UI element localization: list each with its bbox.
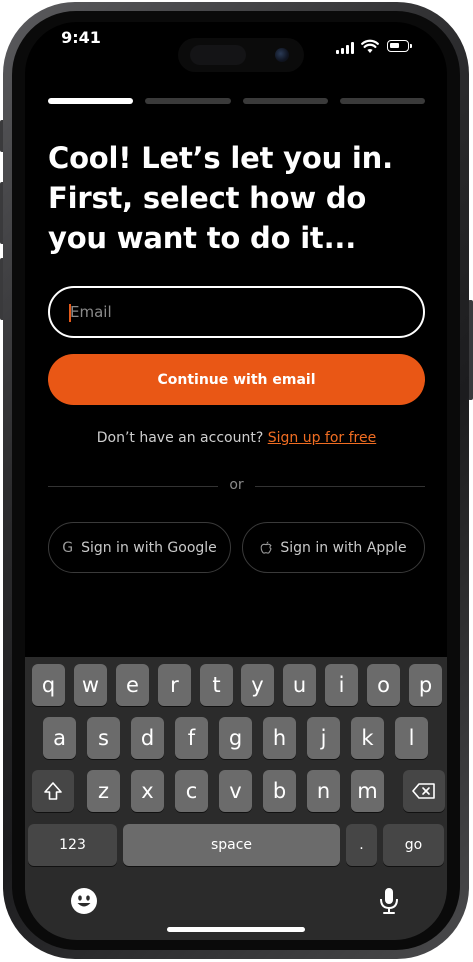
key-m[interactable]: m <box>351 770 384 812</box>
key-x[interactable]: x <box>131 770 164 812</box>
apple-icon <box>261 541 273 554</box>
microphone-icon[interactable] <box>378 886 400 916</box>
signup-prompt: Don’t have an account? Sign up for free <box>48 430 425 446</box>
numbers-key[interactable]: 123 <box>28 824 117 866</box>
key-k[interactable]: k <box>351 717 384 759</box>
key-f[interactable]: f <box>175 717 208 759</box>
space-key[interactable]: space <box>123 824 340 866</box>
key-u[interactable]: u <box>283 664 316 706</box>
battery-icon <box>387 40 412 52</box>
go-key[interactable]: go <box>383 824 444 866</box>
key-b[interactable]: b <box>263 770 296 812</box>
or-divider: or <box>48 477 425 495</box>
progress-step <box>145 98 231 104</box>
dynamic-island <box>178 38 304 72</box>
period-key[interactable]: . <box>346 824 377 866</box>
sensor <box>190 45 246 65</box>
progress-step <box>339 98 425 104</box>
key-h[interactable]: h <box>263 717 296 759</box>
key-s[interactable]: s <box>87 717 120 759</box>
divider-text: or <box>229 477 244 493</box>
key-v[interactable]: v <box>219 770 252 812</box>
page-title: Cool! Let’s let you in. First, select ho… <box>48 141 393 255</box>
delete-key[interactable] <box>403 770 445 812</box>
delete-icon <box>412 783 435 799</box>
progress-step <box>242 98 328 104</box>
key-r[interactable]: r <box>158 664 191 706</box>
key-d[interactable]: d <box>131 717 164 759</box>
key-q[interactable]: q <box>32 664 65 706</box>
status-time: 9:41 <box>61 28 101 47</box>
shift-icon <box>44 782 62 800</box>
sign-in-google-button[interactable]: G Sign in with Google <box>48 522 231 573</box>
key-p[interactable]: p <box>409 664 442 706</box>
google-icon: G <box>62 539 74 556</box>
email-input[interactable] <box>50 288 423 336</box>
key-j[interactable]: j <box>307 717 340 759</box>
key-a[interactable]: a <box>43 717 76 759</box>
progress-indicator <box>48 98 425 104</box>
front-camera <box>275 48 289 62</box>
continue-with-email-button[interactable]: Continue with email <box>48 354 425 405</box>
key-t[interactable]: t <box>200 664 233 706</box>
sign-in-google-label: Sign in with Google <box>81 539 217 556</box>
progress-step <box>48 98 134 104</box>
key-i[interactable]: i <box>325 664 358 706</box>
emoji-icon[interactable] <box>70 887 98 915</box>
signal-icon <box>336 41 356 54</box>
sign-in-apple-label: Sign in with Apple <box>280 539 407 556</box>
email-field[interactable] <box>48 286 425 338</box>
key-n[interactable]: n <box>307 770 340 812</box>
key-e[interactable]: e <box>116 664 149 706</box>
sign-in-apple-button[interactable]: Sign in with Apple <box>242 522 425 573</box>
key-y[interactable]: y <box>241 664 274 706</box>
key-l[interactable]: l <box>395 717 428 759</box>
key-w[interactable]: w <box>74 664 107 706</box>
signup-prompt-text: Don’t have an account? <box>96 430 264 446</box>
wifi-icon <box>361 39 379 53</box>
shift-key[interactable] <box>32 770 74 812</box>
key-c[interactable]: c <box>175 770 208 812</box>
key-o[interactable]: o <box>367 664 400 706</box>
key-z[interactable]: z <box>87 770 120 812</box>
signup-link[interactable]: Sign up for free <box>268 430 377 446</box>
home-indicator[interactable] <box>167 927 305 932</box>
text-cursor <box>69 304 71 322</box>
key-g[interactable]: g <box>219 717 252 759</box>
